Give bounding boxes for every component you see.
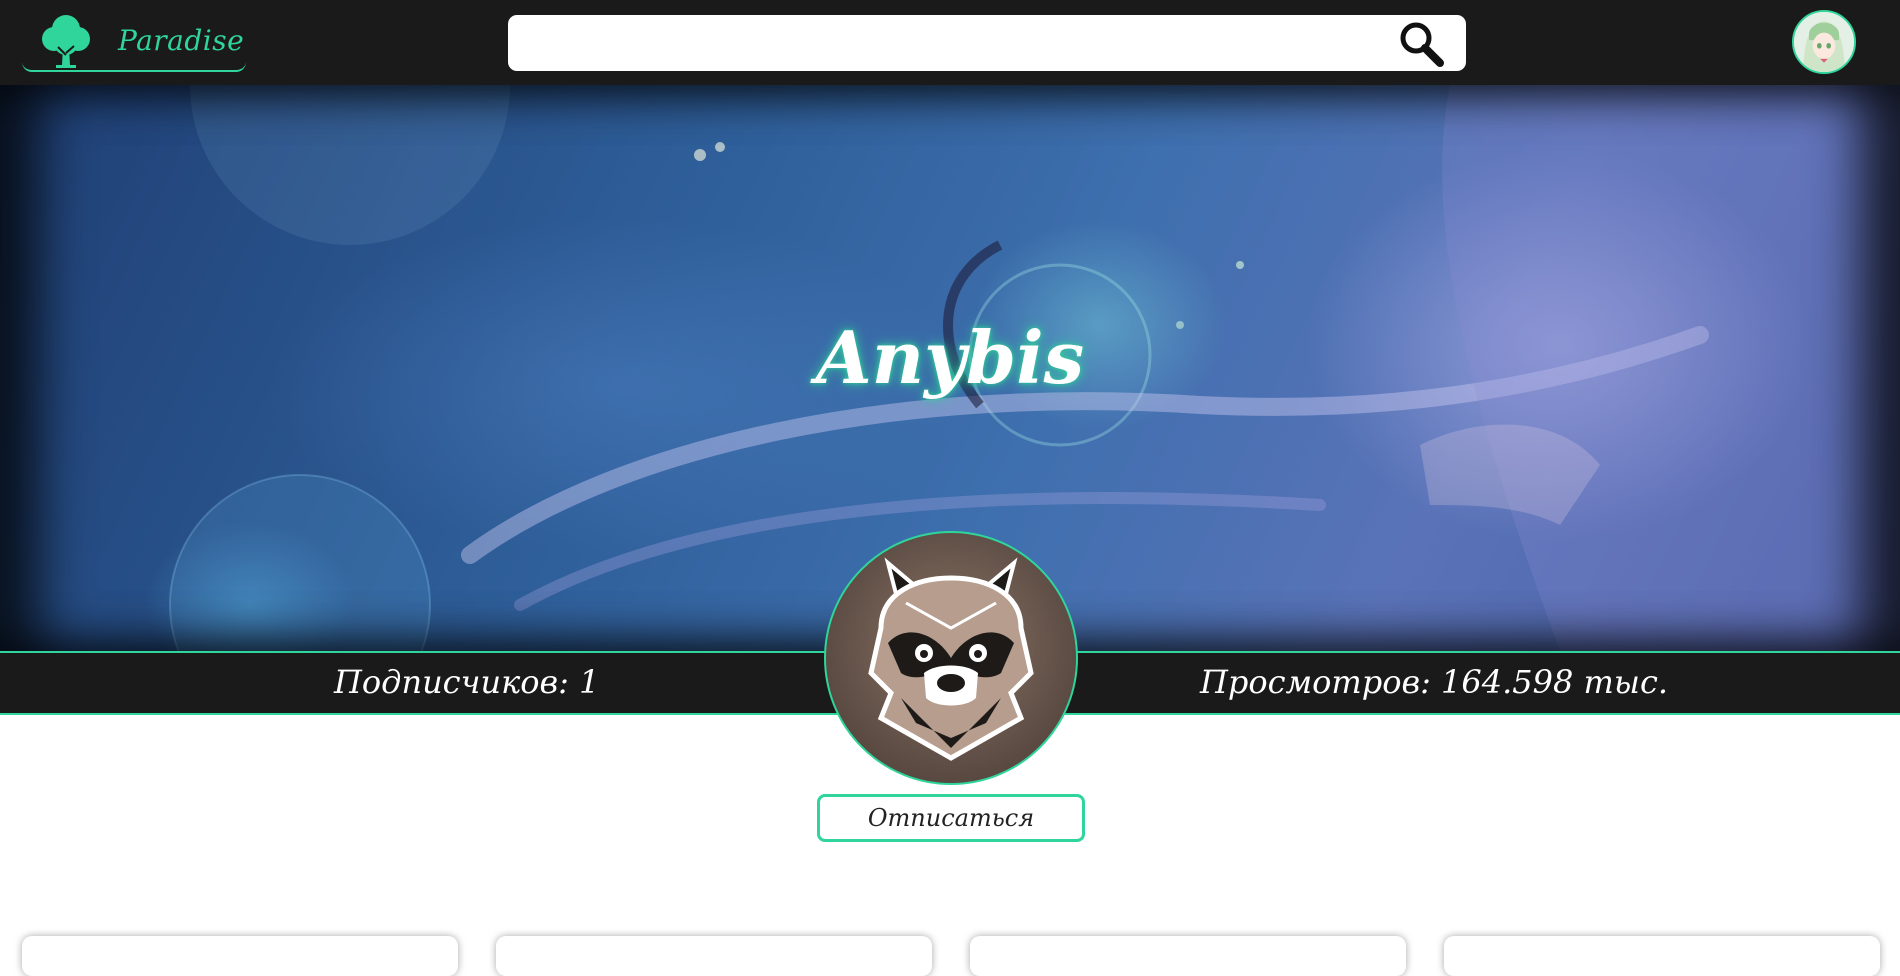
magnifier-icon[interactable] [1394,20,1448,68]
views-count: Просмотров: 164.598 тыс. [1200,663,1669,701]
search-input[interactable] [524,23,1378,65]
raccoon-icon [868,557,1034,761]
user-avatar-image [1794,12,1854,72]
search-bar [508,15,1466,71]
video-card[interactable] [970,936,1406,976]
tree-icon [42,15,90,68]
brand-name: Paradise [118,23,245,57]
subscribers-count: Подписчиков: 1 [334,663,600,701]
home-logo-link[interactable]: Paradise [22,10,246,72]
video-card[interactable] [496,936,932,976]
video-card[interactable] [22,936,458,976]
channel-name: Anybis [815,315,1085,400]
video-card[interactable] [1444,936,1880,976]
video-list [0,936,1900,976]
channel-avatar [824,531,1078,785]
top-bar: Paradise [0,0,1900,85]
user-avatar[interactable] [1792,10,1856,74]
unsubscribe-button[interactable]: Отписаться [817,794,1085,842]
